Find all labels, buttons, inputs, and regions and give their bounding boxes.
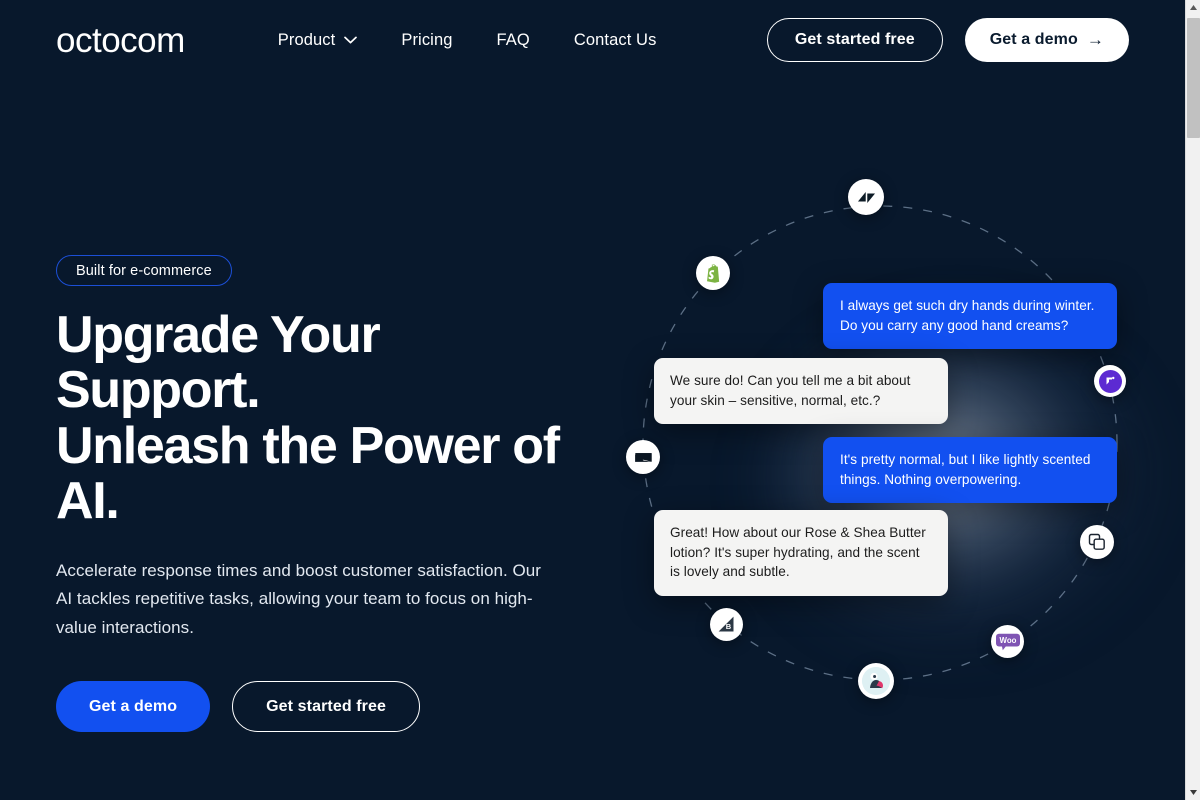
- scrollbar-thumb[interactable]: [1187, 18, 1200, 138]
- nav-item-product-label: Product: [277, 30, 336, 49]
- zendesk-icon: [857, 191, 875, 203]
- bigcommerce-icon: B: [718, 616, 734, 632]
- intercom-icon: [1088, 533, 1105, 550]
- nav-item-faq-label: FAQ: [496, 30, 530, 49]
- chat-bubble-user-2: It's pretty normal, but I like lightly s…: [823, 437, 1117, 504]
- header-get-started-free-button[interactable]: Get started free: [766, 18, 943, 62]
- nav-item-contact-us-label: Contact Us: [573, 30, 657, 49]
- chat-bubble-user-1: I always get such dry hands during winte…: [823, 283, 1117, 350]
- nav-item-product[interactable]: Product: [278, 31, 358, 50]
- hero-get-started-free-button[interactable]: Get started free: [232, 681, 421, 733]
- main-navigation: Product Pricing FAQ Contact Us: [278, 31, 657, 50]
- hero-get-a-demo-button[interactable]: Get a demo: [56, 681, 211, 733]
- chat-bubble-bot-1: We sure do! Can you tell me a bit about …: [654, 358, 948, 425]
- header-actions: Get started free Get a demo →: [766, 18, 1129, 62]
- integration-ring-illustration: Woo B I always get such dry hands during…: [600, 140, 1185, 760]
- gorgias-icon: [1098, 369, 1122, 393]
- arrow-right-icon: →: [1086, 29, 1104, 49]
- octocom-logo[interactable]: octocom: [56, 23, 185, 58]
- scrollbar-down-arrow[interactable]: [1186, 785, 1200, 800]
- page-title-line-3: AI.: [56, 472, 120, 531]
- shopify-icon: [706, 263, 719, 283]
- chevron-down-icon: [344, 36, 358, 44]
- triangle-up-icon: [1190, 5, 1197, 10]
- integration-node-zendesk[interactable]: [848, 179, 884, 215]
- page-title: Upgrade Your Support. Unleash the Power …: [56, 306, 576, 531]
- header-get-a-demo-label: Get a demo: [989, 31, 1078, 48]
- hero-copy: Built for e-commerce Upgrade Your Suppor…: [56, 255, 616, 733]
- svg-text:Woo: Woo: [999, 636, 1016, 645]
- nav-item-faq[interactable]: FAQ: [497, 31, 530, 50]
- page-title-line-2: Unleash the Power of: [56, 416, 560, 475]
- hero-cta-group: Get a demo Get started free: [56, 681, 616, 733]
- integration-node-bigcommerce[interactable]: B: [710, 608, 743, 641]
- page-title-line-1: Upgrade Your Support.: [56, 306, 381, 420]
- chat-bubble-bot-2: Great! How about our Rose & Shea Butter …: [654, 510, 948, 596]
- scrollbar-up-arrow[interactable]: [1186, 0, 1200, 15]
- nav-item-pricing[interactable]: Pricing: [401, 31, 452, 50]
- klaviyo-icon: [634, 452, 652, 462]
- nav-item-pricing-label: Pricing: [401, 30, 453, 49]
- header-get-a-demo-button[interactable]: Get a demo →: [964, 18, 1129, 62]
- integration-node-klaviyo[interactable]: [626, 440, 660, 474]
- integration-node-woocommerce[interactable]: Woo: [991, 625, 1024, 658]
- integration-node-gorgias[interactable]: [1094, 365, 1126, 397]
- nav-item-contact-us[interactable]: Contact Us: [574, 31, 657, 50]
- browser-scrollbar[interactable]: [1185, 0, 1200, 800]
- site-header: octocom Product Pricing FAQ Contact Us G…: [0, 0, 1185, 80]
- integration-node-prestashop[interactable]: [858, 663, 894, 699]
- prestashop-icon: [862, 667, 890, 695]
- integration-node-intercom[interactable]: [1080, 525, 1114, 559]
- integration-node-shopify[interactable]: [696, 256, 730, 290]
- svg-text:B: B: [726, 622, 732, 631]
- page-viewport: octocom Product Pricing FAQ Contact Us G…: [0, 0, 1185, 800]
- woocommerce-icon: Woo: [995, 633, 1020, 650]
- triangle-down-icon: [1190, 790, 1197, 795]
- hero-subtitle: Accelerate response times and boost cust…: [56, 560, 541, 637]
- status-badge: Built for e-commerce: [56, 255, 232, 286]
